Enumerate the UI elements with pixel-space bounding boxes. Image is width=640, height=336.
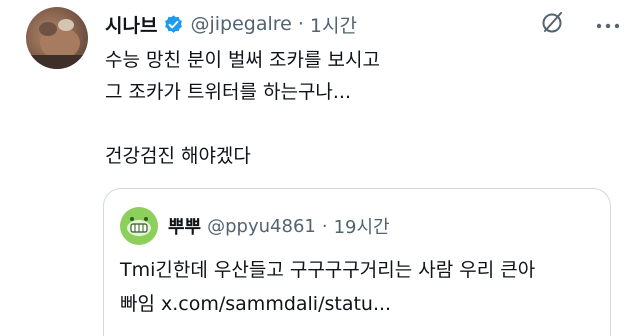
tweet-header: 시나브 @jipegalre · 1시간 xyxy=(105,8,620,40)
quote-header: 뿌뿌 @ppyu4861 · 19시간 xyxy=(120,207,390,245)
author-avatar[interactable] xyxy=(26,7,88,69)
tweet-text-line xyxy=(105,108,615,140)
separator-dot: · xyxy=(297,13,304,35)
quote-author-avatar[interactable] xyxy=(120,207,158,245)
author-name[interactable]: 시나브 xyxy=(105,11,157,38)
verified-badge-icon xyxy=(163,14,184,35)
quoted-tweet[interactable]: 뿌뿌 @ppyu4861 · 19시간 Tmi긴한데 우산들고 구구구구거리는 … xyxy=(103,188,611,336)
separator-dot: · xyxy=(321,215,328,237)
quote-author-handle[interactable]: @ppyu4861 xyxy=(207,216,316,237)
quote-text-line: Tmi긴한데 우산들고 구구구구거리는 사람 우리 큰아 xyxy=(120,259,536,281)
quote-timestamp[interactable]: 19시간 xyxy=(334,213,390,239)
tweet-timestamp[interactable]: 1시간 xyxy=(310,11,357,38)
avatar-image xyxy=(26,19,88,69)
quote-text-line: 빠임 x.com/sammdali/statu... xyxy=(120,293,392,315)
tweet-text-line: 건강검진 해야겠다 xyxy=(105,145,251,167)
tweet-text-line: 그 조카가 트위터를 하는구나... xyxy=(105,81,351,103)
grok-icon[interactable] xyxy=(540,9,566,40)
tweet-text: 수능 망친 분이 벌써 조카를 보시고 그 조카가 트위터를 하는구나... 건… xyxy=(105,44,615,172)
quote-text: Tmi긴한데 우산들고 구구구구거리는 사람 우리 큰아 빠임 x.com/sa… xyxy=(120,253,600,321)
quote-author-name[interactable]: 뿌뿌 xyxy=(168,213,201,239)
author-handle[interactable]: @jipegalre xyxy=(190,13,291,35)
more-options-icon[interactable] xyxy=(596,13,620,35)
tweet-text-line: 수능 망친 분이 벌써 조카를 보시고 xyxy=(105,49,380,71)
